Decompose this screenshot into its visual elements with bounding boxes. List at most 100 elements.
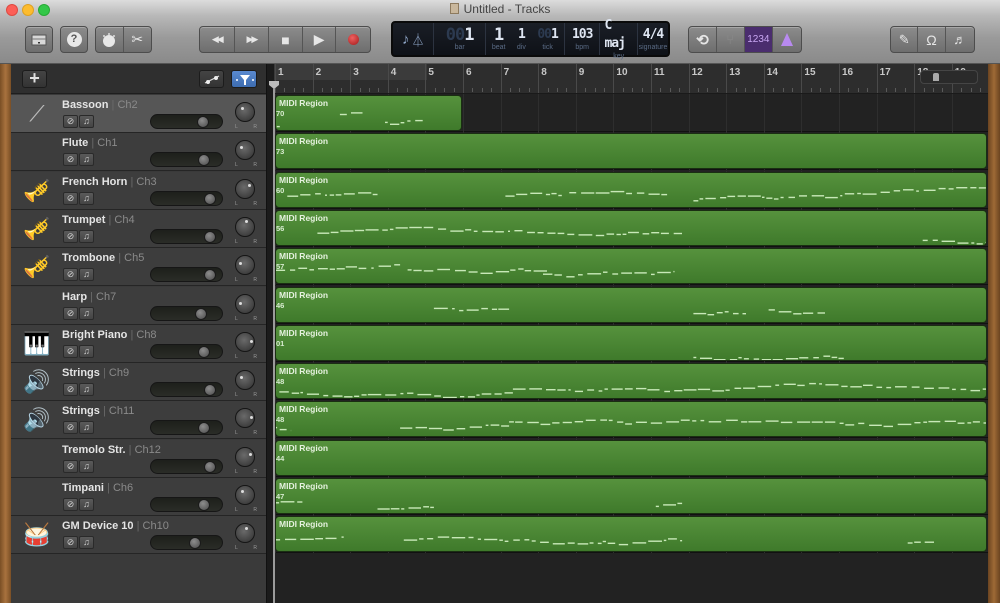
lcd-key[interactable]: C maj key <box>600 18 638 60</box>
rewind-button[interactable]: ◀◀ <box>200 27 235 52</box>
grand-piano-icon[interactable]: 🎹 <box>21 329 53 359</box>
mute-button[interactable]: ⊘ <box>63 191 78 205</box>
volume-slider-knob[interactable] <box>204 384 217 397</box>
solo-button[interactable]: ♫ <box>79 421 94 435</box>
pan-knob[interactable] <box>235 446 255 467</box>
midi-region[interactable]: MIDI Region 57 <box>275 248 987 285</box>
track-name[interactable]: Harp | Ch7 <box>62 291 116 303</box>
mute-button[interactable]: ⊘ <box>63 498 78 511</box>
track-name[interactable]: GM Device 10 | Ch10 <box>62 520 169 532</box>
mute-button[interactable]: ⊘ <box>63 459 78 473</box>
speaker-icon[interactable]: 🔊 <box>21 367 53 397</box>
quick-help-button[interactable]: ? <box>60 26 88 53</box>
count-in-button[interactable]: 1234 <box>744 27 774 52</box>
mute-button[interactable]: ⊘ <box>63 229 78 243</box>
mute-button[interactable]: ⊘ <box>63 268 78 282</box>
empty-track-space[interactable] <box>274 554 988 603</box>
midi-region[interactable]: MIDI Region 56 <box>275 209 987 246</box>
loop-browser-button[interactable]: Ω <box>918 27 946 52</box>
track-name[interactable]: Trumpet | Ch4 <box>62 214 135 226</box>
track-header[interactable]: 🔊 Strings | Ch9 ⊘ ♫ LR <box>11 363 266 402</box>
track-lane[interactable]: MIDI Region 48 <box>274 400 988 439</box>
tuner-button[interactable]: ⑂ <box>717 27 745 52</box>
track-header[interactable]: 🥁 GM Device 10 | Ch10 ⊘ ♫ LR <box>11 516 266 555</box>
pan-knob[interactable] <box>235 178 255 199</box>
volume-slider[interactable] <box>150 305 223 321</box>
metronome-button[interactable] <box>773 27 801 52</box>
zoom-slider-thumb[interactable] <box>933 73 939 81</box>
volume-slider[interactable] <box>150 152 223 168</box>
pan-knob[interactable] <box>235 331 255 352</box>
track-header[interactable]: Harp | Ch7 ⊘ ♫ LR <box>11 286 266 325</box>
volume-slider[interactable] <box>150 382 223 398</box>
instrument-icon[interactable] <box>21 482 53 512</box>
horizontal-zoom-slider[interactable] <box>920 70 978 84</box>
track-lane[interactable]: MIDI Region 47 <box>274 477 988 515</box>
track-lane[interactable]: MIDI Region 57 <box>274 247 988 286</box>
trumpet-icon[interactable]: 🎺 <box>21 214 53 244</box>
track-lane[interactable]: MIDI Region 44 <box>274 438 988 477</box>
midi-region[interactable]: MIDI Region 01 <box>275 324 987 361</box>
mute-button[interactable]: ⊘ <box>63 115 78 128</box>
pan-knob[interactable] <box>235 408 255 429</box>
mute-button[interactable]: ⊘ <box>63 306 78 320</box>
record-button[interactable] <box>336 27 370 52</box>
speaker-icon[interactable]: 🔊 <box>21 405 53 435</box>
solo-button[interactable]: ♫ <box>79 498 94 511</box>
fast-forward-button[interactable]: ▶▶ <box>235 27 270 52</box>
solo-button[interactable]: ♫ <box>79 268 94 282</box>
midi-region[interactable]: MIDI Region 73 <box>275 133 987 170</box>
volume-slider-knob[interactable] <box>195 307 208 320</box>
pan-knob[interactable] <box>235 102 255 122</box>
pan-knob[interactable] <box>235 293 255 314</box>
track-name[interactable]: Tremolo Str. | Ch12 <box>62 444 161 456</box>
solo-button[interactable]: ♫ <box>79 153 94 167</box>
volume-slider[interactable] <box>150 190 223 206</box>
mute-button[interactable]: ⊘ <box>63 344 78 358</box>
volume-slider[interactable] <box>150 420 223 436</box>
track-header[interactable]: Tremolo Str. | Ch12 ⊘ ♫ LR <box>11 439 266 478</box>
track-name[interactable]: Trombone | Ch5 <box>62 252 144 264</box>
volume-slider-knob[interactable] <box>197 116 210 128</box>
pan-knob[interactable] <box>235 485 255 505</box>
track-header[interactable]: 🔊 Strings | Ch11 ⊘ ♫ LR <box>11 401 266 440</box>
midi-region[interactable]: MIDI Region 70 <box>275 95 462 131</box>
track-lane[interactable]: MIDI Region <box>274 515 988 554</box>
midi-region[interactable]: MIDI Region 60 <box>275 171 987 208</box>
lcd-display[interactable]: ♪ ⏃ 001 bar 1 beat 1 div 001 tick 103 bp… <box>391 18 670 60</box>
volume-slider-knob[interactable] <box>198 499 211 511</box>
automation-button[interactable] <box>199 70 224 88</box>
lcd-tempo[interactable]: 103 bpm <box>565 23 601 55</box>
track-name[interactable]: Flute | Ch1 <box>62 137 117 149</box>
volume-slider-knob[interactable] <box>198 345 211 358</box>
midi-region[interactable]: MIDI Region 48 <box>275 363 987 400</box>
lcd-signature[interactable]: 4/4 signature <box>638 23 668 55</box>
track-lane[interactable]: MIDI Region 73 <box>274 132 988 171</box>
volume-slider[interactable] <box>150 497 223 512</box>
pan-knob[interactable] <box>235 140 255 161</box>
track-name[interactable]: Strings | Ch9 <box>62 367 129 379</box>
volume-slider[interactable] <box>150 458 223 474</box>
cycle-button[interactable]: ⟲ <box>689 27 717 52</box>
pan-knob[interactable] <box>235 523 255 544</box>
playhead[interactable] <box>273 88 275 603</box>
volume-slider-knob[interactable] <box>204 230 217 243</box>
midi-region[interactable]: MIDI Region <box>275 516 987 553</box>
solo-button[interactable]: ♫ <box>79 191 94 205</box>
pan-knob[interactable] <box>235 216 255 237</box>
editors-button[interactable]: ✂ <box>124 27 151 52</box>
bassoon-icon[interactable]: ⟋ <box>21 99 53 129</box>
track-header[interactable]: 🎺 Trumpet | Ch4 ⊘ ♫ LR <box>11 209 266 248</box>
solo-button[interactable]: ♫ <box>79 229 94 243</box>
track-lane[interactable]: MIDI Region 01 <box>274 323 988 362</box>
track-name[interactable]: Bassoon | Ch2 <box>62 99 138 111</box>
solo-button[interactable]: ♫ <box>79 536 94 550</box>
pan-knob[interactable] <box>235 255 255 276</box>
pan-knob[interactable] <box>235 370 255 391</box>
solo-button[interactable]: ♫ <box>79 306 94 320</box>
notepad-button[interactable]: ✎ <box>891 27 919 52</box>
track-name[interactable]: Timpani | Ch6 <box>62 482 133 494</box>
track-name[interactable]: Strings | Ch11 <box>62 405 134 417</box>
filter-button[interactable] <box>231 70 257 88</box>
solo-button[interactable]: ♫ <box>79 383 94 397</box>
